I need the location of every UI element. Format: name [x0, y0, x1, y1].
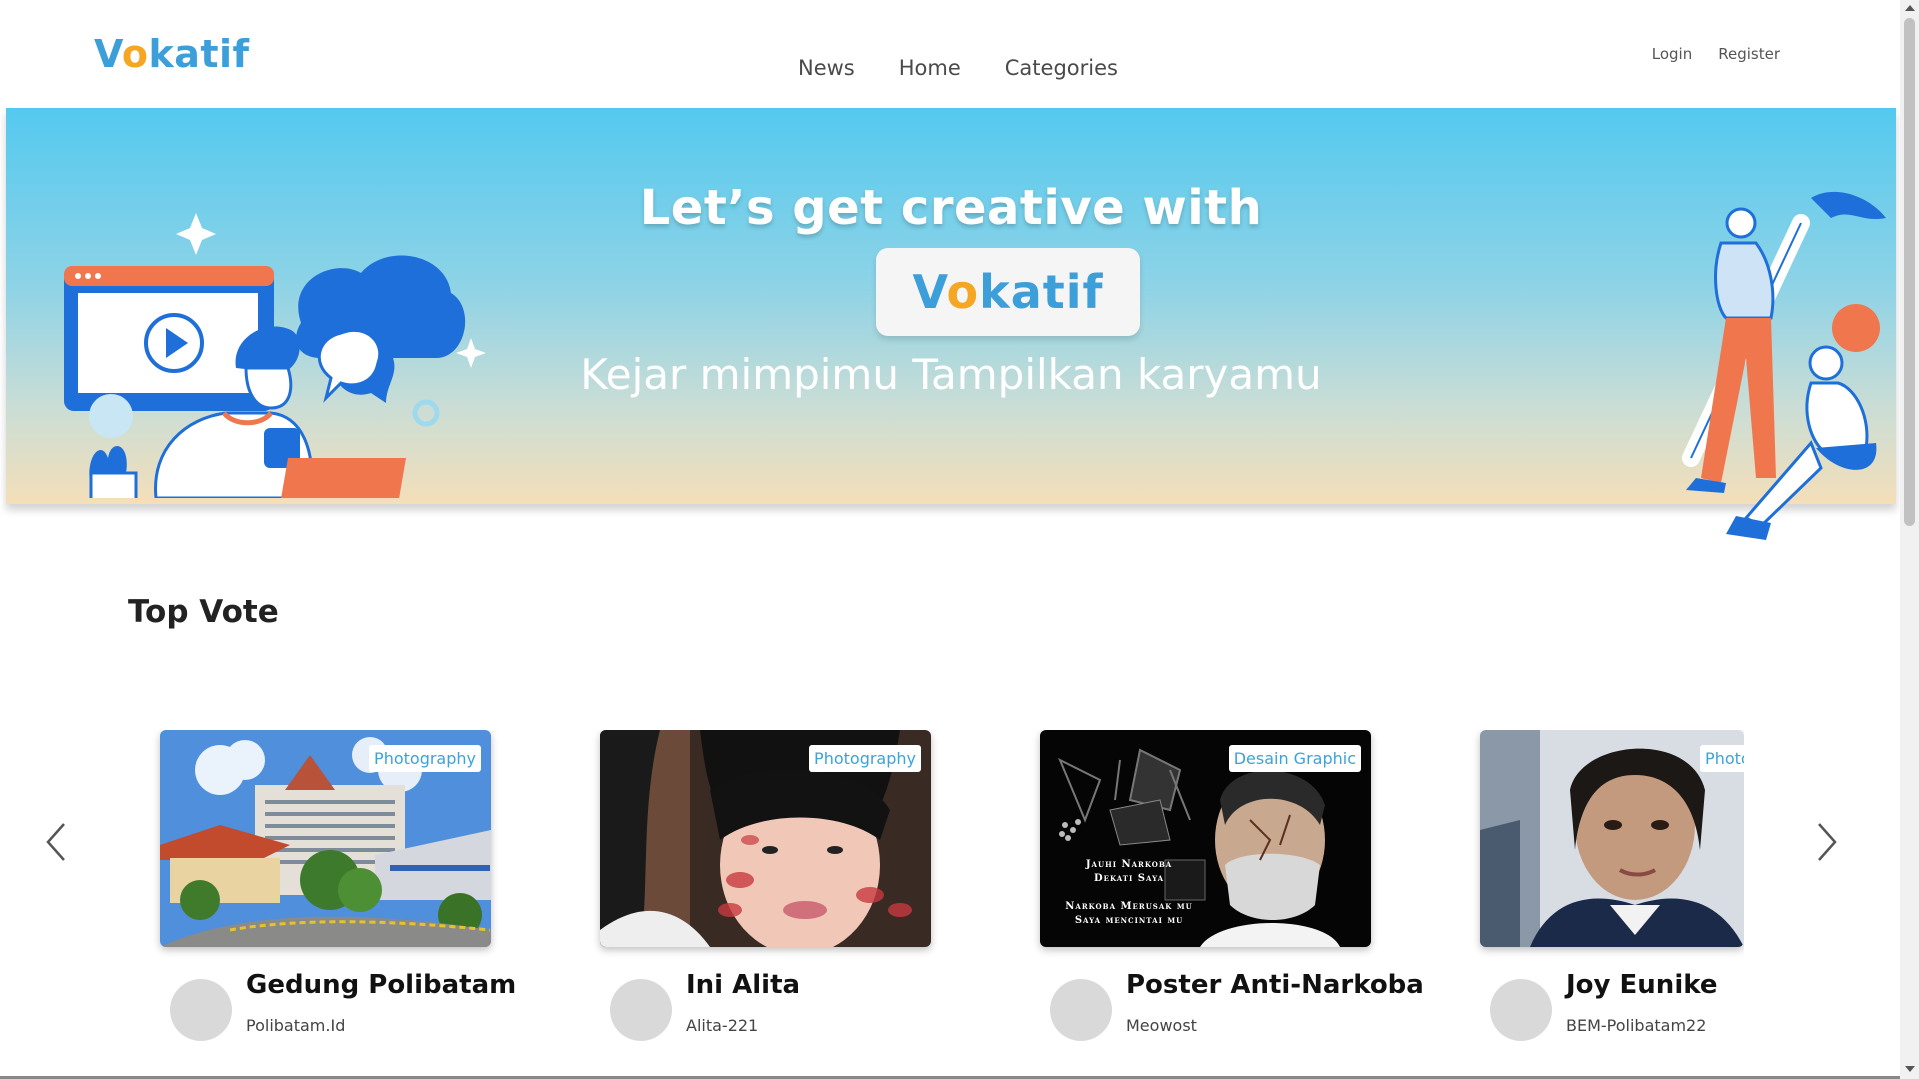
nav-news[interactable]: News — [798, 56, 855, 80]
card-author[interactable]: Polibatam.Id — [246, 1016, 345, 1035]
card-author[interactable]: BEM-Polibatam22 — [1566, 1016, 1706, 1035]
top-vote-title: Top Vote — [128, 594, 279, 630]
hero-logo-part: V — [912, 265, 947, 319]
category-badge[interactable]: Photography — [1700, 745, 1744, 772]
card-image[interactable]: Photography — [1480, 730, 1744, 947]
card-image[interactable]: Photography — [160, 730, 491, 947]
vote-card[interactable]: Jauhi Narkoba Dekati Saya Narkoba Merusa… — [1040, 730, 1424, 1041]
card-author[interactable]: Alita-221 — [686, 1016, 758, 1035]
avatar[interactable] — [170, 979, 232, 1041]
login-link[interactable]: Login — [1652, 45, 1692, 63]
card-author[interactable]: Meowost — [1126, 1016, 1197, 1035]
card-meta: Gedung Polibatam Polibatam.Id — [160, 970, 560, 1050]
navbar: Vokatif News Home Categories Login Regis… — [0, 0, 1900, 108]
vote-card[interactable]: Photography Joy Eunike BEM-Polibatam22 — [1480, 730, 1744, 1041]
auth-links: Login Register — [1652, 45, 1780, 63]
avatar[interactable] — [610, 979, 672, 1041]
vote-card[interactable]: Photography Ini Alita Alita-221 — [600, 730, 931, 1041]
logo-part: V — [94, 32, 122, 76]
nav-categories[interactable]: Categories — [1005, 56, 1118, 80]
vote-card[interactable]: Photography Gedung Polibatam Polibatam.I… — [160, 730, 516, 1041]
page-scrollbar[interactable] — [1900, 0, 1919, 1079]
card-meta: Ini Alita Alita-221 — [600, 970, 1000, 1050]
scroll-down-arrow-icon[interactable] — [1905, 1066, 1915, 1072]
scroll-up-arrow-icon[interactable] — [1905, 5, 1915, 11]
logo[interactable]: Vokatif — [94, 32, 250, 76]
category-badge[interactable]: Photography — [809, 745, 921, 772]
top-vote-carousel: Photography Gedung Polibatam Polibatam.I… — [150, 730, 1744, 1075]
logo-part: katif — [148, 32, 250, 76]
nav-home[interactable]: Home — [899, 56, 961, 80]
hero-logo-part-accent: o — [946, 265, 980, 319]
hero-banner: Let’s get creative with Vokatif Kejar mi… — [6, 108, 1896, 540]
poster-line: Narkoba Merusak mu — [1065, 901, 1193, 912]
hero-logo-card: Vokatif — [876, 248, 1140, 336]
avatar[interactable] — [1050, 979, 1112, 1041]
chevron-left-icon[interactable] — [42, 820, 72, 864]
poster-line: Saya mencintai mu — [1074, 915, 1184, 926]
hero-logo-part: katif — [979, 265, 1104, 319]
avatar[interactable] — [1490, 979, 1552, 1041]
card-meta: Poster Anti-Narkoba Meowost — [1040, 970, 1440, 1050]
card-meta: Joy Eunike BEM-Polibatam22 — [1480, 970, 1744, 1050]
category-badge[interactable]: Desain Graphic — [1228, 745, 1361, 772]
logo-part-accent: o — [121, 32, 149, 76]
chevron-right-icon[interactable] — [1811, 820, 1841, 864]
card-title[interactable]: Joy Eunike — [1566, 970, 1717, 1000]
poster-text: Jauhi Narkoba Dekati Saya Narkoba Merusa… — [1054, 858, 1204, 928]
poster-line: Jauhi Narkoba — [1085, 859, 1173, 870]
card-image[interactable]: Jauhi Narkoba Dekati Saya Narkoba Merusa… — [1040, 730, 1371, 947]
card-title[interactable]: Poster Anti-Narkoba — [1126, 970, 1424, 1000]
category-badge[interactable]: Photography — [369, 745, 481, 772]
hero-logo: Vokatif — [912, 265, 1103, 319]
hero-illustration-right — [1682, 191, 1886, 540]
card-image[interactable]: Photography — [600, 730, 931, 947]
scrollbar-thumb[interactable] — [1904, 18, 1915, 526]
poster-line: Dekati Saya — [1093, 873, 1165, 884]
card-title[interactable]: Ini Alita — [686, 970, 800, 1000]
card-title[interactable]: Gedung Polibatam — [246, 970, 516, 1000]
main-nav: News Home Categories — [798, 56, 1118, 80]
register-link[interactable]: Register — [1718, 45, 1780, 63]
